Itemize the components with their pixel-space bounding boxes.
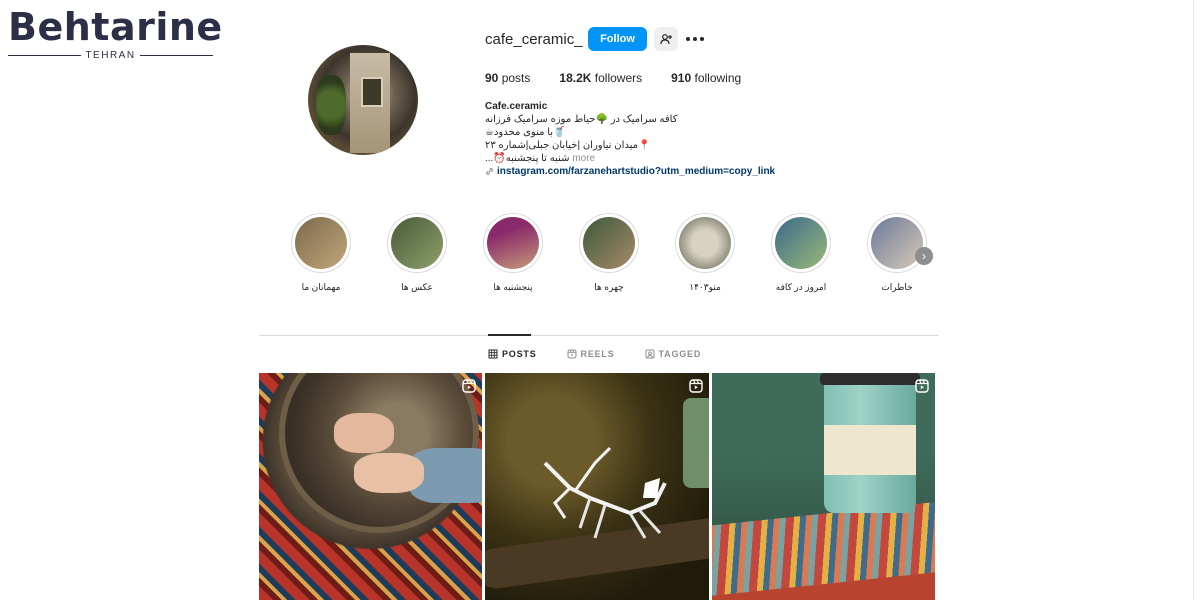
bio-line: 🥤با منوی محدود☕ [485,127,566,138]
highlight-cover [583,217,635,269]
highlight-cover [391,217,443,269]
profile-avatar[interactable] [308,45,418,155]
follow-button[interactable]: Follow [588,27,647,51]
watermark-city: TEHRAN [85,50,136,61]
bio-display-name: Cafe.ceramic [485,101,548,112]
post-thumbnail[interactable] [259,373,483,600]
highlight-cover [295,217,347,269]
tagged-icon [645,349,655,359]
bio-line: شنبه تا پنجشنبه⏰... [485,153,570,164]
profile-tabs: POSTS REELS TAGGED [488,349,731,359]
highlight-item[interactable]: امروز در کافه [770,213,832,293]
post-thumbnail[interactable] [485,373,709,600]
profile-stats: 90 posts 18.2K followers 910 following [485,71,770,85]
bio-line: کافه سرامیک در 🌳حیاط موزه سرامیک فرزانه [485,114,678,125]
active-tab-indicator [488,334,531,336]
stat-following[interactable]: 910 following [671,71,741,85]
highlight-label: پنجشنبه ها [493,282,533,292]
bio-line: 📍میدان نیاوران |خیابان جبلی|شماره ۲۳ [485,140,651,151]
profile-username: cafe_ceramic_ [485,31,583,48]
highlight-label: امروز در کافه [775,282,827,292]
tab-reels[interactable]: REELS [567,349,615,359]
tab-tagged[interactable]: TAGGED [645,349,702,359]
reel-badge-icon [462,379,477,393]
highlight-item[interactable]: چهره ها [578,213,640,293]
highlights-next-button[interactable]: › [915,247,933,265]
highlight-label: عکس ها [401,282,433,292]
bio-line-with-more: شنبه تا پنجشنبه⏰... more [485,152,805,165]
watermark-sub: TEHRAN [8,50,213,61]
highlight-item[interactable]: مهمانان ما [290,213,352,293]
bio-more-link[interactable]: more [572,153,595,164]
highlight-cover [775,217,827,269]
highlight-label: مهمانان ما [301,282,341,292]
watermark-logo: Behtarine TEHRAN [8,6,222,62]
post-thumbnail[interactable] [711,373,935,600]
highlight-cover [871,217,923,269]
highlight-item[interactable]: منو۱۴۰۳ [674,213,736,293]
more-dots-icon [686,37,690,41]
stat-followers[interactable]: 18.2K followers [559,71,642,85]
highlight-item[interactable]: پنجشنبه ها [482,213,544,293]
reel-badge-icon [688,379,703,393]
bio-website-link[interactable]: instagram.com/farzanehartstudio?utm_medi… [485,165,805,178]
highlight-label: خاطرات [881,282,913,292]
tab-posts[interactable]: POSTS [488,349,537,359]
add-person-icon [660,34,672,45]
highlight-cover [679,217,731,269]
profile-bio: Cafe.ceramic کافه سرامیک در 🌳حیاط موزه س… [485,100,805,178]
tabs-divider [259,335,939,336]
watermark-word: Behtarine [8,5,223,49]
highlight-label: منو۱۴۰۳ [689,282,721,292]
link-icon [486,168,493,175]
reels-icon [567,349,577,359]
grid-icon [488,349,498,359]
highlight-item[interactable]: عکس ها [386,213,448,293]
chevron-right-icon: › [922,249,926,263]
page-edge-divider [1193,0,1194,600]
stat-posts: 90 posts [485,71,531,85]
paper-mantis-figure [543,446,668,539]
reel-badge-icon [915,379,929,393]
suggested-accounts-button[interactable] [654,27,678,51]
posts-grid [259,373,935,600]
options-button[interactable] [684,29,706,49]
highlight-cover [487,217,539,269]
story-highlights: مهمانان ما عکس ها پنجشنبه ها چهره ها منو… [290,213,940,303]
highlight-label: چهره ها [594,282,624,292]
